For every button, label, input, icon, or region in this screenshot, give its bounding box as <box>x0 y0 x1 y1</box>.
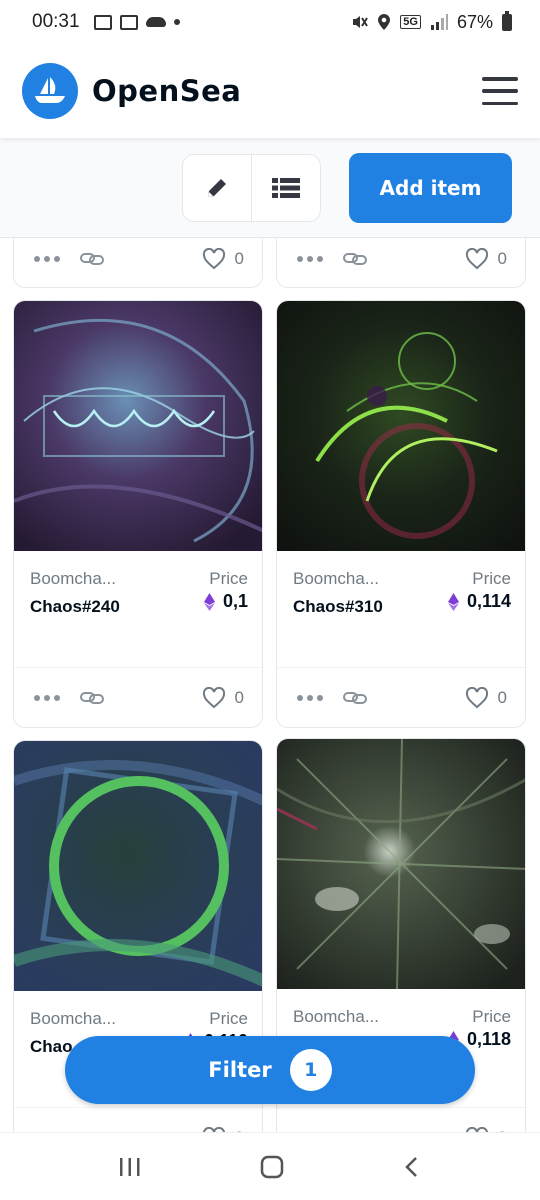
price-value: 0,114 <box>447 591 511 612</box>
cloud-icon <box>145 17 166 27</box>
signal-icon <box>430 14 448 30</box>
app-header: OpenSea <box>0 44 540 138</box>
status-time: 00:31 <box>32 11 80 32</box>
more-options-icon[interactable] <box>34 256 60 262</box>
card-footer: 0 <box>14 667 262 727</box>
nft-card[interactable]: 0 <box>13 238 263 288</box>
like-button[interactable]: 0 <box>465 248 507 270</box>
like-button[interactable]: 0 <box>465 686 507 709</box>
filter-count-badge: 1 <box>289 1049 332 1091</box>
notification-dot-icon <box>173 19 180 25</box>
nft-image[interactable] <box>14 741 263 991</box>
price-value: 0,1 <box>203 591 248 612</box>
network-type: 5G <box>400 15 421 29</box>
more-options-icon[interactable] <box>297 256 323 262</box>
card-footer: 0 <box>277 667 525 727</box>
price-amount: 0,114 <box>466 591 511 611</box>
card-footer: 0 <box>277 1107 525 1132</box>
like-count: 0 <box>497 687 507 707</box>
card-info: Boomcha... Chaos#240 Price 0,1 <box>14 551 262 667</box>
status-bar: 00:31 5G 67% <box>0 0 540 44</box>
like-button[interactable]: 0 <box>202 686 244 709</box>
brand-name[interactable]: OpenSea <box>92 74 241 108</box>
price-label: Price <box>472 569 511 588</box>
heart-icon <box>465 686 488 708</box>
ethereum-icon <box>447 592 459 611</box>
filter-button[interactable]: Filter 1 <box>65 1036 475 1104</box>
card-info: Boomcha... Chaos#310 Price 0,114 <box>277 551 525 667</box>
price-amount: 0,118 <box>466 1029 511 1049</box>
add-item-button[interactable]: Add item <box>349 153 512 223</box>
card-footer: 0 <box>14 1107 262 1132</box>
heart-icon <box>202 686 225 708</box>
system-nav-bar <box>0 1132 540 1200</box>
location-icon <box>378 14 391 30</box>
outlook-icon <box>119 14 138 30</box>
filter-label: Filter <box>208 1058 272 1082</box>
ethereum-icon <box>203 592 215 611</box>
nft-image[interactable] <box>277 301 526 551</box>
nft-card[interactable]: 0 <box>276 238 526 288</box>
card-footer: 0 <box>14 238 262 287</box>
more-options-icon[interactable] <box>34 694 60 701</box>
heart-icon <box>202 248 225 270</box>
list-view-icon <box>272 178 300 198</box>
link-icon[interactable] <box>343 251 367 267</box>
pencil-icon <box>208 179 226 197</box>
menu-line <box>482 77 518 81</box>
back-icon[interactable] <box>402 1155 422 1179</box>
view-toggle-group <box>182 154 321 222</box>
nft-card[interactable]: Boomcha... Chaos#310 Price 0,114 0 <box>276 300 526 728</box>
hamburger-menu-button[interactable] <box>482 77 518 105</box>
nft-card[interactable]: Boomcha... Chaos#240 Price 0,1 0 <box>13 300 263 728</box>
gallery-icon <box>93 14 112 30</box>
like-button[interactable]: 0 <box>202 248 244 270</box>
toolbar: Add item <box>0 138 540 238</box>
like-count: 0 <box>497 249 507 268</box>
ship-icon <box>35 77 65 103</box>
opensea-logo[interactable] <box>22 63 78 119</box>
card-footer: 0 <box>277 238 525 287</box>
menu-line <box>482 89 518 93</box>
more-options-icon[interactable] <box>297 694 323 701</box>
price-label: Price <box>209 1009 248 1028</box>
battery-percent: 67% <box>456 11 493 32</box>
home-icon[interactable] <box>259 1154 285 1180</box>
nft-image[interactable] <box>14 301 263 551</box>
heart-icon <box>465 248 488 270</box>
link-icon[interactable] <box>80 690 104 706</box>
price-label: Price <box>472 1007 511 1026</box>
link-icon[interactable] <box>80 251 104 267</box>
price-amount: 0,1 <box>222 591 248 611</box>
edit-button[interactable] <box>183 155 251 221</box>
items-grid: 0 0 Boomcha... Chaos#240 Price 0,1 0 Boo… <box>0 238 540 1132</box>
mute-icon <box>353 16 369 28</box>
menu-line <box>482 101 518 105</box>
list-view-button[interactable] <box>251 155 320 221</box>
nft-image[interactable] <box>277 739 526 989</box>
like-count: 0 <box>234 249 244 268</box>
price-label: Price <box>209 569 248 588</box>
battery-icon <box>502 10 512 31</box>
like-count: 0 <box>234 687 244 707</box>
recent-apps-icon[interactable] <box>118 1156 142 1178</box>
link-icon[interactable] <box>343 690 367 706</box>
